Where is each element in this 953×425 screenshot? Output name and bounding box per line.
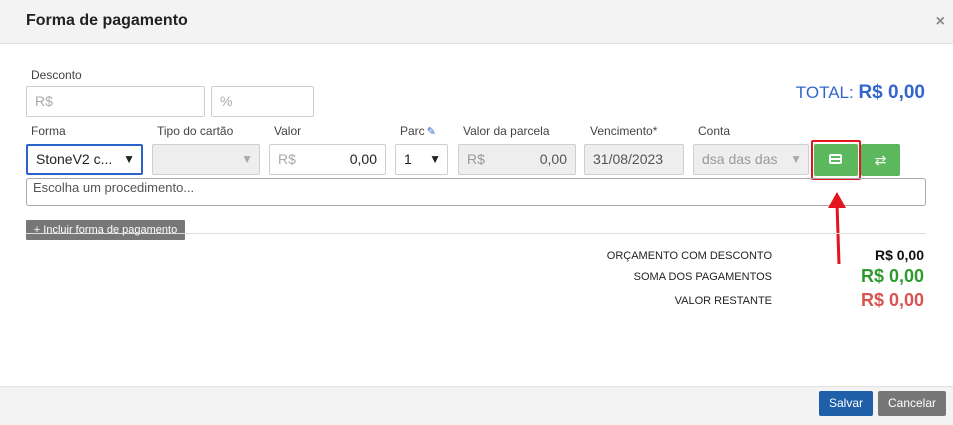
total-display: TOTAL: R$ 0,00: [796, 82, 925, 104]
vencimento-input[interactable]: 31/08/2023: [584, 144, 684, 175]
discount-label: Desconto: [31, 68, 82, 82]
chevron-down-icon: ▼: [429, 152, 441, 166]
restante-value: R$ 0,00: [860, 290, 924, 310]
col-parc: Parc ✎: [400, 124, 438, 138]
chevron-down-icon: ▼: [790, 152, 802, 166]
modal-footer: [0, 386, 953, 425]
parc-select[interactable]: 1 ▼: [395, 144, 448, 175]
payment-modal: Forma de pagamento × Desconto R$ % TOTAL…: [0, 0, 953, 425]
col-valor: Valor: [274, 124, 302, 138]
chevron-down-icon: ▼: [241, 152, 253, 166]
orcamento-value: R$ 0,00: [874, 247, 924, 263]
soma-value: R$ 0,00: [860, 266, 924, 286]
total-value: R$ 0,00: [858, 82, 925, 103]
discount-currency-input[interactable]: R$: [26, 86, 205, 117]
conta-select[interactable]: dsa das das ▼: [693, 144, 809, 175]
forma-select[interactable]: StoneV2 c... ▼: [26, 144, 143, 175]
valor-parcela-input: R$ 0,00: [458, 144, 576, 175]
highlight-box: [811, 140, 861, 180]
tipo-cartao-select[interactable]: ▼: [152, 144, 260, 175]
discount-percent-input[interactable]: %: [211, 86, 314, 117]
orcamento-label: ORÇAMENTO COM DESCONTO: [606, 250, 772, 262]
swap-button[interactable]: ⇄: [861, 144, 900, 176]
procedure-input[interactable]: Escolha um procedimento...: [26, 178, 926, 206]
modal-title: Forma de pagamento: [26, 12, 188, 29]
restante-label: VALOR RESTANTE: [674, 295, 772, 307]
col-tipo-cartao: Tipo do cartão: [157, 124, 234, 138]
modal-header: Forma de pagamento ×: [0, 0, 953, 44]
chevron-down-icon: ▼: [123, 152, 135, 166]
total-label: TOTAL:: [795, 83, 854, 102]
exchange-icon: ⇄: [874, 152, 887, 168]
col-conta: Conta: [698, 124, 731, 138]
edit-icon[interactable]: ✎: [427, 127, 438, 138]
divider: [26, 233, 926, 234]
annotation-arrow: [828, 192, 846, 265]
save-button[interactable]: Salvar: [819, 391, 873, 416]
col-forma: Forma: [31, 124, 66, 138]
valor-input[interactable]: R$ 0,00: [269, 144, 386, 175]
close-icon[interactable]: ×: [936, 13, 945, 31]
col-vencimento: Vencimento*: [590, 124, 658, 138]
annotation-arrow-shaft: [835, 203, 841, 265]
soma-label: SOMA DOS PAGAMENTOS: [633, 271, 772, 283]
include-payment-button[interactable]: + Incluir forma de pagamento: [26, 220, 185, 240]
cancel-button[interactable]: Cancelar: [878, 391, 946, 416]
col-valor-parcela: Valor da parcela: [463, 124, 550, 138]
